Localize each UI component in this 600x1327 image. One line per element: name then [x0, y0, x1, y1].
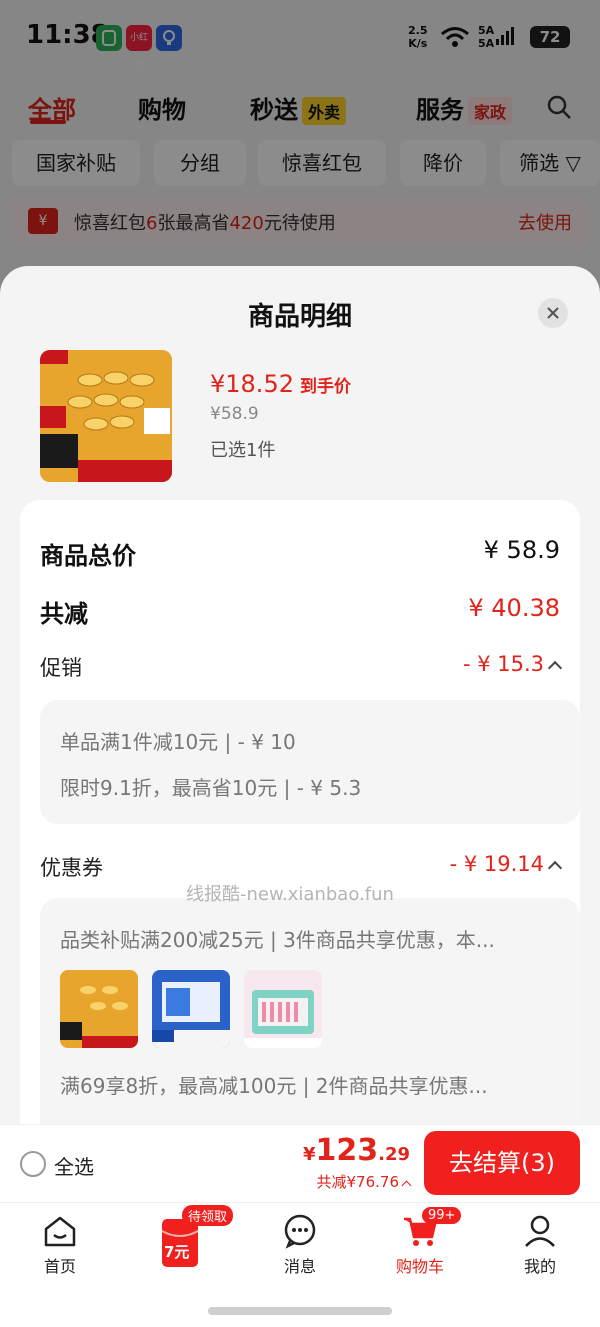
chevron-up-icon — [547, 860, 563, 876]
chevron-up-icon — [547, 660, 563, 676]
coupon-product-thumb — [60, 970, 138, 1048]
tab-red-packet[interactable]: 7元 待领取 — [130, 1203, 234, 1283]
goods-total-label: 商品总价 — [40, 542, 136, 570]
total-price: ¥123.29 — [302, 1133, 410, 1168]
watermark-text: 线报酷-new.xianbao.fun — [186, 884, 394, 905]
total-reduction-value: ¥ 40.38 — [468, 594, 560, 622]
coupon-label: 优惠券 — [40, 856, 103, 880]
coupon-product-thumb — [152, 970, 230, 1048]
home-indicator[interactable] — [208, 1307, 392, 1315]
message-icon — [284, 1214, 316, 1249]
promotion-details: 单品满1件减10元 | - ¥ 10 限时9.1折，最高省10元 | - ¥ 5… — [40, 700, 580, 824]
product-price: ¥18.52 到手价 — [210, 370, 351, 398]
product-image — [40, 350, 172, 482]
promotion-toggle[interactable]: - ¥ 15.3 — [463, 652, 563, 676]
total-discount-toggle[interactable]: 共减¥76.76 — [317, 1171, 412, 1192]
tab-profile[interactable]: 我的 — [490, 1203, 590, 1283]
tab-messages[interactable]: 消息 — [250, 1203, 350, 1283]
cart-count-badge: 99+ — [422, 1207, 462, 1224]
coupon-line: 满69享8折，最高减100元 | 2件商品共享优惠... — [60, 1074, 488, 1098]
promotion-label: 促销 — [40, 656, 82, 680]
coupon-toggle[interactable]: - ¥ 19.14 — [450, 852, 563, 876]
product-original-price: ¥58.9 — [210, 404, 259, 424]
pending-claim-badge: 待领取 — [182, 1205, 234, 1226]
promotion-line: 单品满1件减10元 | - ¥ 10 — [60, 730, 296, 754]
close-icon — [547, 307, 559, 319]
promotion-line: 限时9.1折，最高省10元 | - ¥ 5.3 — [60, 776, 362, 800]
checkout-button[interactable]: 去结算(3) — [424, 1131, 580, 1195]
red-packet-amount: 7元 — [164, 1243, 190, 1261]
sheet-title: 商品明细 — [247, 302, 352, 332]
total-reduction-label: 共减 — [40, 600, 88, 628]
select-all-checkbox[interactable] — [20, 1151, 46, 1177]
profile-icon — [525, 1215, 555, 1247]
goods-total-value: ¥ 58.9 — [483, 536, 560, 564]
coupon-details: 品类补贴满200减25元 | 3件商品共享优惠，本... 满69享8折，最高减1… — [40, 898, 580, 1126]
coupon-product-thumb — [244, 970, 322, 1048]
home-icon — [44, 1216, 76, 1247]
chevron-up-icon — [401, 1180, 412, 1191]
select-all-label[interactable]: 全选 — [54, 1151, 94, 1180]
checkout-bar: 全选 ¥123.29 共减¥76.76 去结算(3) — [0, 1124, 600, 1202]
coupon-line: 品类补贴满200减25元 | 3件商品共享优惠，本... — [60, 928, 495, 952]
price-breakdown-card: 商品总价 ¥ 58.9 共减 ¥ 40.38 促销 - ¥ 15.3 单品满1件… — [20, 500, 580, 1126]
tab-cart[interactable]: 99+ 购物车 — [370, 1203, 470, 1283]
product-detail-sheet: 商品明细 ¥18.52 到手价 ¥58.9 已选1件 商品总价 ¥ 58.9 共减 — [0, 266, 600, 1126]
tab-home[interactable]: 首页 — [10, 1203, 110, 1283]
selected-count: 已选1件 — [210, 440, 276, 461]
close-button[interactable] — [538, 298, 568, 328]
